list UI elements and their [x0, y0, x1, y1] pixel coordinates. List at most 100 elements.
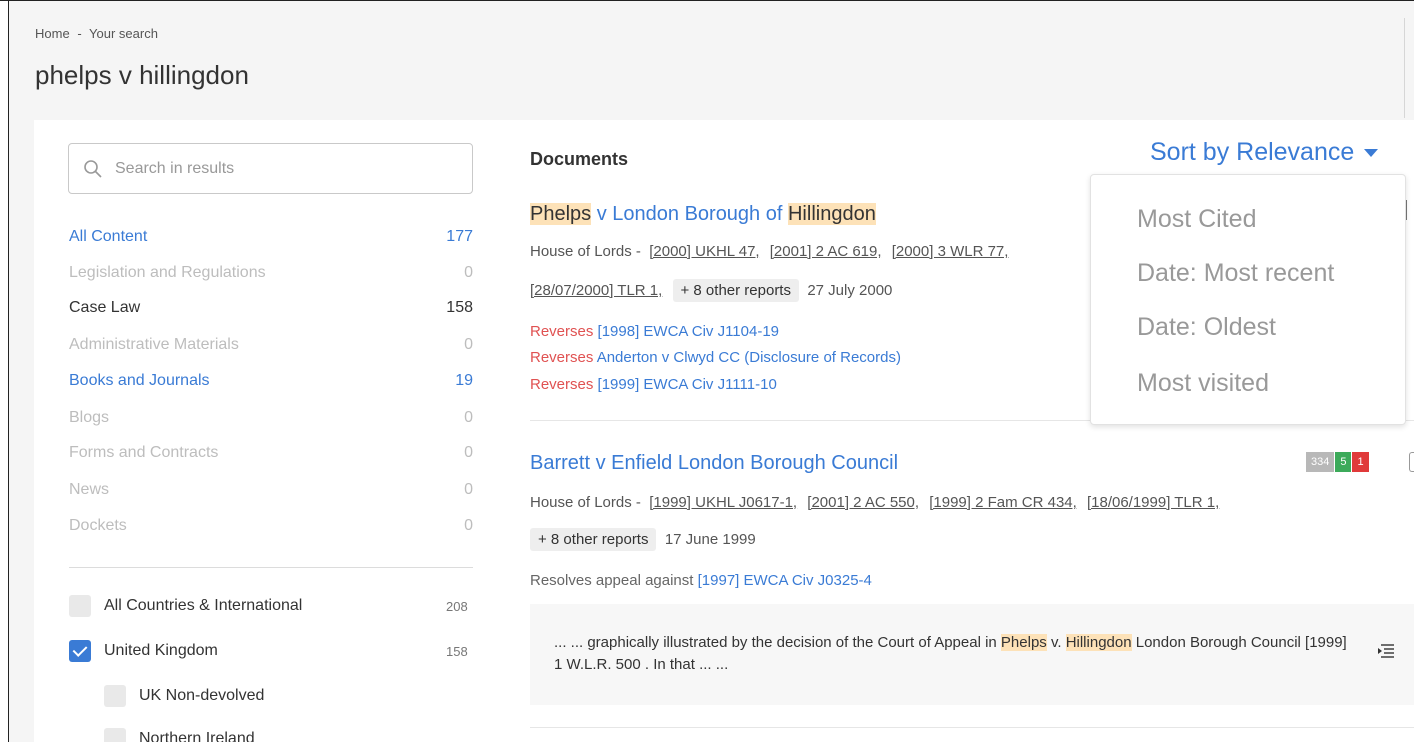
relation-row: Resolves appeal against [1997] EWCA Civ … [530, 572, 872, 589]
citation-link[interactable]: [2000] 3 WLR 77, [892, 243, 1009, 260]
badge-positive[interactable]: 5 [1335, 452, 1352, 472]
sort-option-oldest[interactable]: Date: Oldest [1137, 313, 1276, 342]
highlight-term: Hillingdon [787, 203, 876, 225]
facet-news[interactable]: News 0 [69, 479, 473, 503]
checkbox[interactable] [104, 685, 126, 707]
country-count: 158 [446, 644, 468, 659]
facet-count: 158 [446, 299, 473, 316]
badge-negative[interactable]: 1 [1352, 452, 1369, 472]
title-text: v London Borough of [591, 203, 788, 225]
country-filter-uk[interactable]: United Kingdom 158 [69, 640, 489, 666]
facet-administrative[interactable]: Administrative Materials 0 [69, 334, 473, 358]
relation-type: Reverses [530, 376, 594, 393]
citation-link[interactable]: [1999] 2 Fam CR 434, [929, 494, 1077, 511]
caret-down-icon [1364, 149, 1379, 158]
facet-count: 177 [446, 228, 473, 245]
citation-link[interactable]: [1999] UKHL J0617-1, [649, 494, 797, 511]
citation-link[interactable]: [28/07/2000] TLR 1, [530, 282, 662, 299]
window-border-top [0, 0, 1414, 1]
sort-dropdown-toggle[interactable]: Sort by Relevance [1150, 138, 1379, 167]
court-name: House of Lords - [530, 494, 641, 511]
checkbox[interactable] [69, 595, 91, 617]
sort-dropdown-menu: Most Cited Date: Most recent Date: Oldes… [1090, 174, 1406, 425]
facet-label: News [69, 481, 110, 498]
facet-count: 0 [464, 517, 473, 534]
scrollbar-edge [1404, 18, 1405, 118]
badge-cited[interactable]: 334 [1306, 452, 1335, 472]
citation-link[interactable]: [2000] UKHL 47, [649, 243, 759, 260]
result-citations: House of Lords - [1999] UKHL J0617-1, [2… [530, 494, 1225, 511]
sort-label: Sort by Relevance [1150, 138, 1355, 166]
highlight-term: Hillingdon [1065, 634, 1132, 651]
citation-link[interactable]: [18/06/1999] TLR 1, [1087, 494, 1219, 511]
facet-blogs[interactable]: Blogs 0 [69, 407, 473, 431]
other-reports-button[interactable]: + 8 other reports [530, 528, 657, 551]
result-date: 17 June 1999 [664, 531, 756, 548]
citation-link[interactable]: [2001] 2 AC 550, [807, 494, 919, 511]
facet-dockets[interactable]: Dockets 0 [69, 515, 473, 539]
facet-count: 0 [464, 481, 473, 498]
breadcrumb: Home - Your search [35, 26, 162, 41]
relation-type: Reverses [530, 323, 594, 340]
facet-label: Books and Journals [69, 372, 210, 389]
result-date: 27 July 2000 [807, 282, 893, 299]
country-count: 208 [446, 599, 468, 614]
result-citations: House of Lords - [2000] UKHL 47, [2001] … [530, 243, 1014, 260]
window-border-left [8, 0, 9, 742]
search-in-results-input[interactable] [115, 156, 455, 182]
highlight-term: Phelps [530, 203, 592, 225]
facet-count: 0 [464, 336, 473, 353]
relation-row: Reverses Anderton v Clwyd CC (Disclosure… [530, 349, 901, 366]
facet-label: Blogs [69, 409, 110, 426]
facet-books-journals[interactable]: Books and Journals 19 [69, 370, 473, 394]
country-filter-northern-ireland[interactable]: Northern Ireland [104, 728, 524, 742]
facet-count: 0 [464, 409, 473, 426]
facet-label: All Content [69, 228, 148, 245]
relation-link[interactable]: [1998] EWCA Civ J1104-19 [598, 323, 779, 340]
breadcrumb-home-link[interactable]: Home [35, 26, 70, 41]
facet-label: Administrative Materials [69, 336, 239, 353]
relation-link[interactable]: Anderton v Clwyd CC (Disclosure of Recor… [597, 349, 901, 366]
other-reports-button[interactable]: + 8 other reports [672, 279, 799, 302]
result-snippet: ... ... graphically illustrated by the d… [530, 604, 1414, 705]
sort-option-most-recent[interactable]: Date: Most recent [1137, 259, 1334, 288]
result-citations-row2: + 8 other reports 17 June 1999 [530, 528, 756, 551]
country-label: All Countries & International [104, 597, 303, 614]
facet-label: Case Law [69, 299, 141, 316]
citation-link[interactable]: [2001] 2 AC 619, [770, 243, 882, 260]
documents-heading: Documents [530, 149, 629, 169]
relation-link[interactable]: [1999] EWCA Civ J1111-10 [598, 376, 777, 393]
country-filter-all[interactable]: All Countries & International 208 [69, 595, 489, 621]
facet-count: 19 [455, 372, 473, 389]
citation-badges: 334 5 1 [1306, 452, 1370, 472]
country-label: Northern Ireland [139, 730, 255, 742]
highlight-term: Phelps [1000, 634, 1047, 651]
sort-option-most-visited[interactable]: Most visited [1137, 369, 1269, 398]
result-divider [530, 727, 1414, 728]
page-title: phelps v hillingdon [35, 60, 249, 90]
facet-forms-contracts[interactable]: Forms and Contracts 0 [69, 442, 473, 466]
breadcrumb-separator: - [77, 26, 82, 41]
relation-link[interactable]: [1997] EWCA Civ J0325-4 [698, 572, 872, 589]
search-icon [84, 160, 102, 178]
result-title-link[interactable]: Phelps v London Borough of Hillingdon [530, 203, 876, 226]
sidebar-divider [69, 567, 473, 568]
checkbox-checked[interactable] [69, 640, 91, 662]
list-expand-icon[interactable] [1378, 644, 1394, 658]
breadcrumb-current: Your search [89, 26, 158, 41]
facet-legislation[interactable]: Legislation and Regulations 0 [69, 262, 473, 286]
result-title-link[interactable]: Barrett v Enfield London Borough Council [530, 452, 898, 475]
country-label: UK Non-devolved [139, 687, 265, 704]
relation-row: Reverses [1998] EWCA Civ J1104-19 [530, 323, 779, 340]
search-in-results-box[interactable] [68, 143, 473, 194]
court-name: House of Lords - [530, 243, 641, 260]
checkbox[interactable] [104, 728, 126, 742]
country-filter-uk-non-devolved[interactable]: UK Non-devolved [104, 685, 524, 711]
facet-label: Forms and Contracts [69, 444, 219, 461]
bookmark-icon[interactable] [1409, 452, 1414, 472]
snippet-mid: v. [1046, 634, 1066, 651]
facet-label: Legislation and Regulations [69, 264, 266, 281]
sort-option-most-cited[interactable]: Most Cited [1137, 205, 1256, 234]
facet-case-law[interactable]: Case Law 158 [69, 297, 473, 321]
facet-all-content[interactable]: All Content 177 [69, 226, 473, 250]
